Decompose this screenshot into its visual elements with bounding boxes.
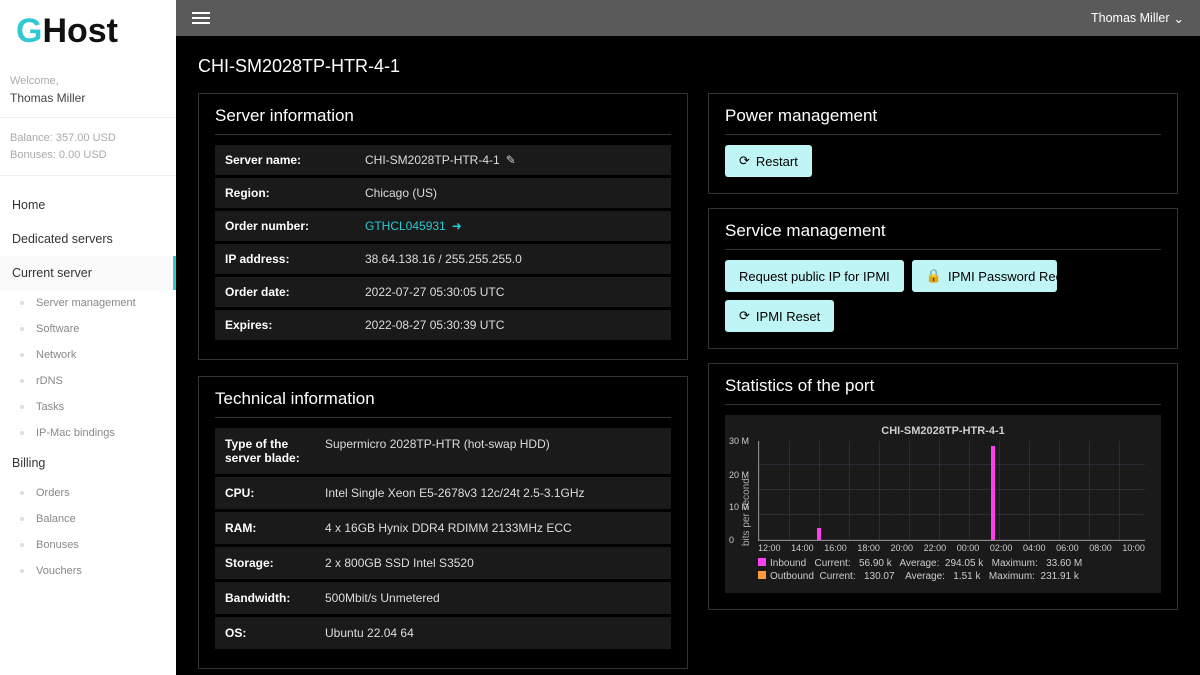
nav-billing[interactable]: Billing — [0, 446, 176, 480]
nav-sub-ipmac[interactable]: IP-Mac bindings — [0, 420, 176, 446]
restart-button[interactable]: ⟳Restart — [725, 145, 812, 177]
refresh-icon: ⟳ — [739, 153, 750, 169]
tech-info-title: Technical information — [215, 389, 671, 418]
port-chart: CHI-SM2028TP-HTR-4-1 bits per second 30 … — [725, 415, 1161, 593]
nav-sub-bonuses[interactable]: Bonuses — [0, 532, 176, 558]
nav-sub-network[interactable]: Network — [0, 342, 176, 368]
order-link[interactable]: GTHCL045931 — [365, 219, 446, 233]
nav-sub-tasks[interactable]: Tasks — [0, 394, 176, 420]
nav-sub-balance[interactable]: Balance — [0, 506, 176, 532]
logo[interactable]: GHost — [0, 0, 176, 75]
chart-title: CHI-SM2028TP-HTR-4-1 — [741, 425, 1145, 437]
refresh-icon: ⟳ — [739, 308, 750, 324]
welcome-name: Thomas Miller — [10, 91, 166, 105]
nav-sub-rdns[interactable]: rDNS — [0, 368, 176, 394]
balance-line: Balance: 357.00 USD — [10, 130, 166, 147]
ipmi-password-button[interactable]: 🔒IPMI Password Recovery — [912, 260, 1057, 292]
sidebar: GHost Welcome, Thomas Miller Balance: 35… — [0, 0, 176, 675]
nav-current[interactable]: Current server — [0, 256, 176, 290]
topbar: Thomas Miller ⌄ — [176, 0, 1200, 36]
chart-plot: 30 M 20 M 10 M 0 — [758, 441, 1145, 541]
nav: Home Dedicated servers Current server Se… — [0, 180, 176, 584]
service-title: Service management — [725, 221, 1161, 250]
pencil-icon[interactable]: ✎ — [506, 153, 516, 167]
nav-sub-software[interactable]: Software — [0, 316, 176, 342]
content: CHI-SM2028TP-HTR-4-1 Server information … — [176, 36, 1200, 675]
bonuses-line: Bonuses: 0.00 USD — [10, 147, 166, 164]
nav-sub-server-mgmt[interactable]: Server management — [0, 290, 176, 316]
main: Thomas Miller ⌄ CHI-SM2028TP-HTR-4-1 Ser… — [176, 0, 1200, 675]
stats-panel: Statistics of the port CHI-SM2028TP-HTR-… — [708, 363, 1178, 610]
nav-sub-orders[interactable]: Orders — [0, 480, 176, 506]
user-menu[interactable]: Thomas Miller ⌄ — [1091, 11, 1184, 26]
nav-dedicated[interactable]: Dedicated servers — [0, 222, 176, 256]
balance-block: Balance: 357.00 USD Bonuses: 0.00 USD — [0, 122, 176, 171]
service-panel: Service management Request public IP for… — [708, 208, 1178, 349]
power-panel: Power management ⟳Restart — [708, 93, 1178, 194]
stats-title: Statistics of the port — [725, 376, 1161, 405]
welcome-block: Welcome, Thomas Miller — [0, 75, 176, 113]
nav-home[interactable]: Home — [0, 188, 176, 222]
welcome-label: Welcome, — [10, 75, 166, 87]
chart-legend: Inbound Current: 56.90 k Average: 294.05… — [758, 557, 1145, 583]
server-info-panel: Server information Server name:CHI-SM202… — [198, 93, 688, 360]
ipmi-reset-button[interactable]: ⟳IPMI Reset — [725, 300, 834, 332]
user-menu-name: Thomas Miller — [1091, 11, 1170, 25]
nav-sub-vouchers[interactable]: Vouchers — [0, 558, 176, 584]
server-info-title: Server information — [215, 106, 671, 135]
lock-icon: 🔒 — [926, 268, 942, 284]
tech-info-panel: Technical information Type of the server… — [198, 376, 688, 669]
page-title: CHI-SM2028TP-HTR-4-1 — [198, 56, 1178, 77]
chart-xticks: 12:0014:0016:0018:0020:0022:0000:0002:00… — [758, 541, 1145, 557]
power-title: Power management — [725, 106, 1161, 135]
chevron-down-icon: ⌄ — [1174, 11, 1184, 26]
hamburger-icon[interactable] — [192, 12, 210, 24]
request-ip-button[interactable]: Request public IP for IPMI — [725, 260, 904, 292]
arrow-right-icon: ➜ — [452, 219, 462, 233]
